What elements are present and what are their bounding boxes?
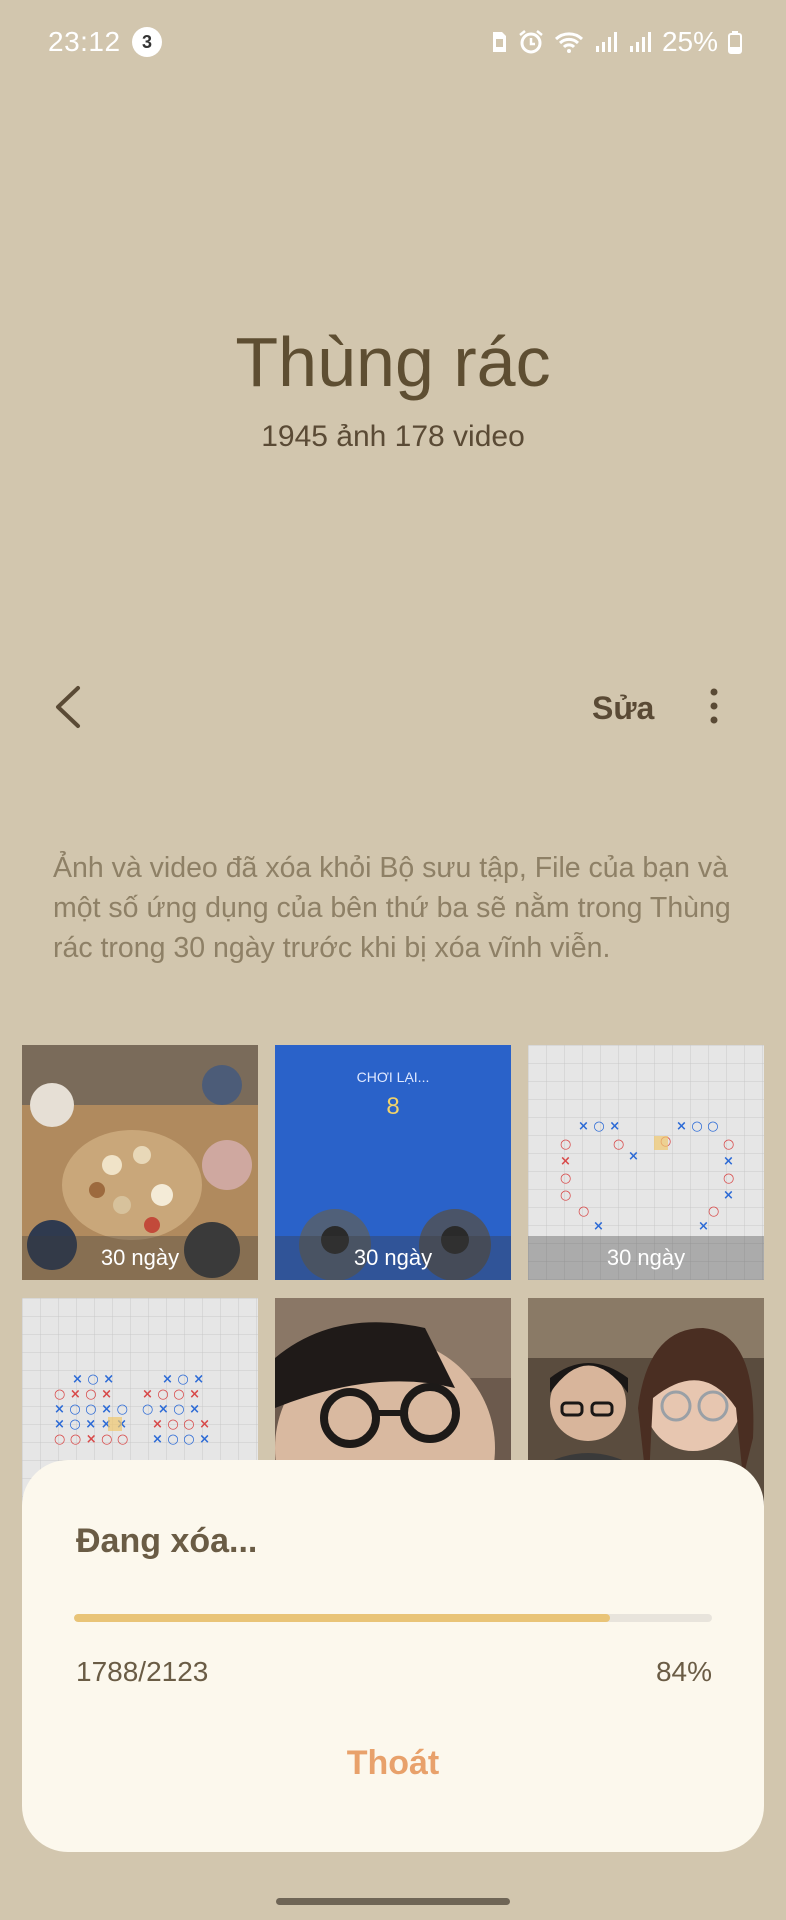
- progress-count: 1788/2123: [76, 1656, 209, 1687]
- page-title: Thùng rác: [235, 323, 551, 401]
- svg-text:○: ○: [560, 1137, 571, 1152]
- svg-text:×: ×: [723, 1188, 734, 1203]
- progress-bar-fill: [74, 1614, 610, 1622]
- deleting-progress-dialog: Đang xóa... 1788/2123 84% Thoát: [22, 1460, 764, 1852]
- svg-text:× ○ ×: × ○ ×: [162, 1372, 204, 1387]
- svg-text:× ○ ○: × ○ ○: [676, 1119, 719, 1134]
- svg-text:○ ○ × ○ ○: ○ ○ × ○ ○: [54, 1432, 128, 1447]
- status-bar: 23:12 3 25%: [0, 0, 786, 86]
- svg-text:○: ○: [723, 1137, 734, 1152]
- svg-text:× ○ ○ ×: × ○ ○ ×: [142, 1387, 200, 1402]
- edit-button[interactable]: Sửa: [592, 690, 654, 727]
- progress-percent: 84%: [655, 1656, 712, 1687]
- alarm-icon: [519, 30, 543, 54]
- home-indicator[interactable]: [276, 1898, 510, 1905]
- status-time: 23:12: [48, 26, 121, 57]
- page-subtitle: 1945 ảnh 178 video: [261, 420, 525, 453]
- back-button[interactable]: [48, 682, 88, 732]
- svg-text:×: ×: [628, 1149, 639, 1164]
- svg-text:×: ×: [560, 1154, 571, 1169]
- svg-text:×: ×: [698, 1219, 709, 1234]
- svg-text:×: ×: [593, 1219, 604, 1234]
- days-remaining-label: 30 ngày: [528, 1236, 764, 1280]
- game-overlay-title: CHƠI LẠI...: [356, 1069, 430, 1085]
- svg-text:× ○ ○ ×: × ○ ○ ×: [152, 1417, 210, 1432]
- dialog-title: Đang xóa...: [76, 1522, 258, 1560]
- svg-text:○ × ○ ×: ○ × ○ ×: [142, 1402, 200, 1417]
- days-remaining-label: 30 ngày: [22, 1236, 258, 1280]
- svg-text:× ○ ×: × ○ ×: [72, 1372, 114, 1387]
- svg-text:○: ○: [560, 1171, 571, 1186]
- battery-icon: [728, 31, 742, 54]
- svg-text:× ○ ○ ×: × ○ ○ ×: [152, 1432, 210, 1447]
- svg-text:×: ×: [723, 1154, 734, 1169]
- svg-text:○ × ○ ×: ○ × ○ ×: [54, 1387, 112, 1402]
- svg-text:○: ○: [578, 1204, 589, 1219]
- svg-text:○: ○: [708, 1204, 719, 1219]
- exit-button[interactable]: Thoát: [22, 1744, 764, 1783]
- days-remaining-label: 30 ngày: [275, 1236, 511, 1280]
- svg-text:× ○ ×: × ○ ×: [578, 1119, 620, 1134]
- progress-bar: [74, 1614, 712, 1622]
- signal-icon-2: [629, 32, 651, 52]
- grid-item[interactable]: 30 ngày: [22, 1045, 258, 1280]
- wifi-icon: [554, 32, 583, 53]
- grid-item[interactable]: × ○ × × ○ ○ ○ × ○ ○ ○ × ○ × ○ × ○ ○ × × …: [528, 1045, 764, 1280]
- svg-text:× ○ ○ × ○: × ○ ○ × ○: [54, 1402, 128, 1417]
- notification-count-badge: 3: [132, 27, 162, 57]
- svg-text:○: ○: [723, 1171, 734, 1186]
- svg-text:○: ○: [613, 1137, 624, 1152]
- battery-percent: 25%: [661, 26, 718, 57]
- status-icons: 25%: [490, 26, 742, 58]
- game-overlay-count: 8: [386, 1093, 400, 1120]
- signal-icon: [595, 32, 617, 52]
- grid-item[interactable]: CHƠI LẠI... 8 30 ngày: [275, 1045, 511, 1280]
- sim-icon: [492, 32, 506, 52]
- svg-text:○: ○: [560, 1188, 571, 1203]
- trash-info-text: Ảnh và video đã xóa khỏi Bộ sưu tập, Fil…: [53, 852, 731, 964]
- more-options-icon[interactable]: [702, 686, 726, 726]
